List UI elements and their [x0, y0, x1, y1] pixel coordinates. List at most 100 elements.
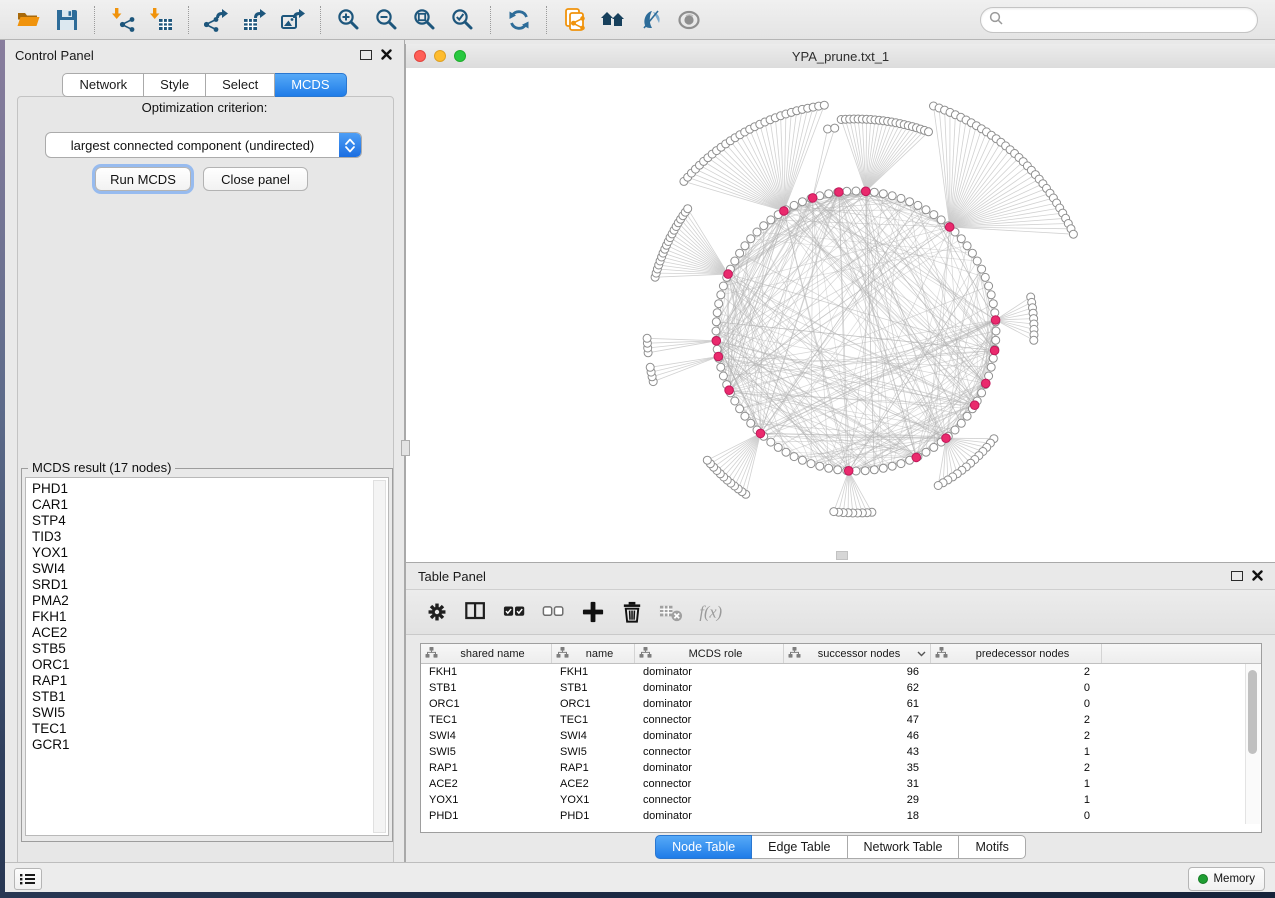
table-row[interactable]: YOX1YOX1connector291 — [421, 792, 1261, 808]
zoom-in-icon[interactable] — [334, 5, 364, 35]
table-cell: FKH1 — [552, 666, 635, 678]
svg-text:f(x): f(x) — [699, 602, 722, 621]
select-all-icon[interactable] — [502, 599, 528, 625]
column-header-successor-nodes[interactable]: successor nodes — [784, 644, 931, 663]
tab-style[interactable]: Style — [144, 73, 206, 97]
mcds-result-item[interactable]: FKH1 — [32, 609, 388, 625]
mcds-result-item[interactable]: STB5 — [32, 641, 388, 657]
toolbar-separator — [320, 6, 322, 34]
table-cell: dominator — [635, 762, 784, 774]
tab-select[interactable]: Select — [206, 73, 275, 97]
mcds-result-item[interactable]: TEC1 — [32, 721, 388, 737]
float-panel-icon[interactable] — [1231, 571, 1243, 581]
tab-network-table[interactable]: Network Table — [848, 835, 960, 859]
table-cell: 0 — [931, 810, 1102, 822]
table-cell: 29 — [784, 794, 931, 806]
mcds-result-item[interactable]: SWI4 — [32, 561, 388, 577]
splitter-grip[interactable] — [401, 440, 410, 456]
right-area: YPA_prune.txt_1 Table Panel f(x) shared … — [405, 40, 1275, 862]
refresh-icon[interactable] — [504, 5, 534, 35]
mcds-result-item[interactable]: STP4 — [32, 513, 388, 529]
export-table-icon[interactable] — [240, 5, 270, 35]
mcds-result-item[interactable]: YOX1 — [32, 545, 388, 561]
run-mcds-button[interactable]: Run MCDS — [95, 167, 191, 191]
table-row[interactable]: SWI5SWI5connector431 — [421, 744, 1261, 760]
mcds-result-item[interactable]: GCR1 — [32, 737, 388, 753]
export-image-icon[interactable] — [278, 5, 308, 35]
close-panel-button[interactable]: Close panel — [203, 167, 308, 191]
mcds-list-scrollbar[interactable] — [373, 480, 386, 833]
mcds-result-item[interactable]: CAR1 — [32, 497, 388, 513]
tab-node-table[interactable]: Node Table — [655, 835, 752, 859]
tab-motifs[interactable]: Motifs — [959, 835, 1025, 859]
delete-icon[interactable] — [619, 599, 645, 625]
tab-edge-table[interactable]: Edge Table — [752, 835, 847, 859]
mcds-result-item[interactable]: TID3 — [32, 529, 388, 545]
network-hscroll-thumb[interactable] — [836, 551, 848, 560]
table-header-row: shared namenameMCDS rolesuccessor nodesp… — [421, 644, 1261, 664]
float-panel-icon[interactable] — [360, 50, 372, 60]
deselect-all-icon[interactable] — [541, 599, 567, 625]
select-stepper-icon — [339, 132, 361, 158]
save-icon[interactable] — [52, 5, 82, 35]
table-row[interactable]: ACE2ACE2connector311 — [421, 776, 1261, 792]
memory-status-icon — [1198, 874, 1208, 884]
column-header-name[interactable]: name — [552, 644, 635, 663]
column-header-predecessor-nodes[interactable]: predecessor nodes — [931, 644, 1102, 663]
table-scrollbar-thumb[interactable] — [1248, 670, 1257, 754]
column-header-MCDS-role[interactable]: MCDS role — [635, 644, 784, 663]
table-cell: connector — [635, 794, 784, 806]
status-bar: Memory — [5, 862, 1275, 892]
table-panel: Table Panel f(x) shared namenameMCDS rol… — [405, 562, 1275, 862]
table-row[interactable]: FKH1FKH1dominator962 — [421, 664, 1261, 680]
zoom-fit-icon[interactable] — [410, 5, 440, 35]
task-history-button[interactable] — [14, 868, 42, 890]
mcds-result-item[interactable]: STB1 — [32, 689, 388, 705]
tab-network[interactable]: Network — [62, 73, 144, 97]
mcds-result-item[interactable]: RAP1 — [32, 673, 388, 689]
table-cell: 35 — [784, 762, 931, 774]
table-cell: 96 — [784, 666, 931, 678]
table-row[interactable]: SWI4SWI4dominator462 — [421, 728, 1261, 744]
search-input[interactable] — [1007, 9, 1257, 31]
open-icon[interactable] — [14, 5, 44, 35]
table-cell: STB1 — [421, 682, 552, 694]
network-window-titlebar[interactable]: YPA_prune.txt_1 — [406, 44, 1275, 69]
column-header-shared-name[interactable]: shared name — [421, 644, 552, 663]
table-scrollbar[interactable] — [1245, 664, 1260, 824]
export-network-icon[interactable] — [202, 5, 232, 35]
table-row[interactable]: PHD1PHD1dominator180 — [421, 808, 1261, 824]
mcds-result-item[interactable]: SRD1 — [32, 577, 388, 593]
mcds-result-item[interactable]: PHD1 — [32, 481, 388, 497]
table-settings-icon[interactable] — [424, 599, 450, 625]
zoom-out-icon[interactable] — [372, 5, 402, 35]
table-row[interactable]: STB1STB1dominator620 — [421, 680, 1261, 696]
optimization-select[interactable]: largest connected component (undirected) — [45, 132, 362, 158]
zoom-selected-icon[interactable] — [448, 5, 478, 35]
tab-mcds[interactable]: MCDS — [275, 73, 346, 97]
close-panel-icon[interactable] — [1252, 570, 1263, 581]
home-icon[interactable] — [598, 5, 628, 35]
search-box[interactable] — [980, 7, 1258, 33]
birdseye-icon[interactable] — [674, 5, 704, 35]
mcds-result-item[interactable]: ACE2 — [32, 625, 388, 641]
import-network-icon[interactable] — [108, 5, 138, 35]
table-cell: SWI5 — [421, 746, 552, 758]
mcds-result-item[interactable]: SWI5 — [32, 705, 388, 721]
memory-button[interactable]: Memory — [1188, 867, 1265, 891]
hide-graphics-icon[interactable] — [636, 5, 666, 35]
mcds-result-item[interactable]: ORC1 — [32, 657, 388, 673]
close-panel-icon[interactable] — [381, 49, 392, 60]
network-graph[interactable] — [406, 68, 1275, 560]
add-icon[interactable] — [580, 599, 606, 625]
table-row[interactable]: ORC1ORC1dominator610 — [421, 696, 1261, 712]
clone-network-icon[interactable] — [560, 5, 590, 35]
mcds-result-item[interactable]: PMA2 — [32, 593, 388, 609]
node-table[interactable]: shared namenameMCDS rolesuccessor nodesp… — [420, 643, 1262, 833]
split-view-icon[interactable] — [463, 599, 489, 625]
table-row[interactable]: TEC1TEC1connector472 — [421, 712, 1261, 728]
mcds-result-list[interactable]: PHD1CAR1STP4TID3YOX1SWI4SRD1PMA2FKH1ACE2… — [25, 477, 389, 836]
import-table-icon[interactable] — [146, 5, 176, 35]
table-cell: 43 — [784, 746, 931, 758]
table-row[interactable]: RAP1RAP1dominator352 — [421, 760, 1261, 776]
